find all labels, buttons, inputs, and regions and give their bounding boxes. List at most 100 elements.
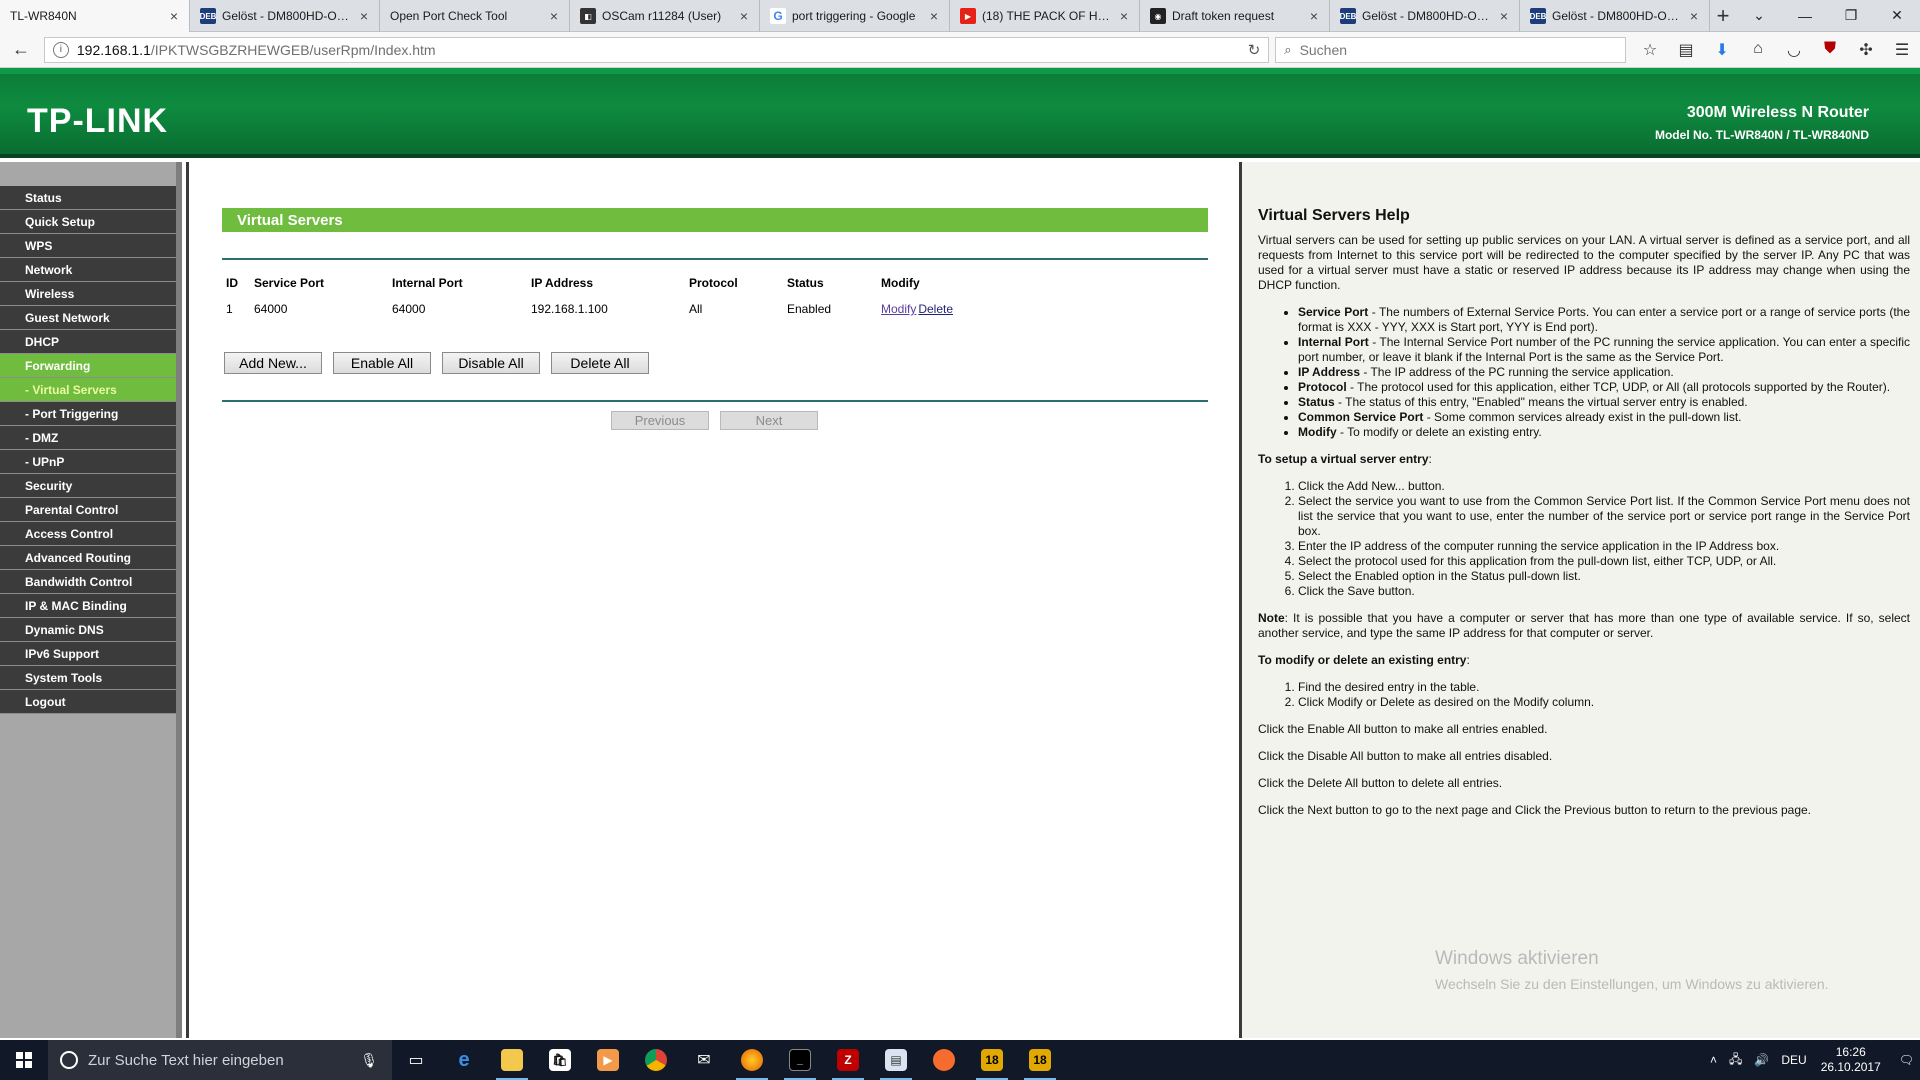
- sidebar-item-forwarding[interactable]: Forwarding: [0, 354, 182, 378]
- sidebar-item-quick-setup[interactable]: Quick Setup: [0, 210, 182, 234]
- chrome-icon[interactable]: [632, 1040, 680, 1080]
- browser-tab[interactable]: DEB Gelöst - DM800HD-OSC ×: [1520, 0, 1710, 32]
- microphone-icon[interactable]: 🎙: [360, 1052, 378, 1069]
- browser-tab[interactable]: ▶ (18) THE PACK OF HELL ×: [950, 0, 1140, 32]
- browser-tab[interactable]: DEB Gelöst - DM800HD-OSC ×: [1330, 0, 1520, 32]
- taskbar-search[interactable]: Zur Suche Text hier eingeben 🎙: [48, 1040, 392, 1080]
- notification-icon[interactable]: 🗨: [1899, 1053, 1914, 1067]
- app-18-icon[interactable]: 18: [968, 1040, 1016, 1080]
- new-tab-button[interactable]: +: [1710, 0, 1736, 31]
- enable-all-button[interactable]: Enable All: [333, 352, 431, 374]
- sidebar-item-system-tools[interactable]: System Tools: [0, 666, 182, 690]
- disable-all-button[interactable]: Disable All: [442, 352, 540, 374]
- sidebar-item-advanced-routing[interactable]: Advanced Routing: [0, 546, 182, 570]
- task-view-icon[interactable]: ▭: [392, 1040, 440, 1080]
- download-icon[interactable]: ⬇: [1704, 40, 1740, 60]
- window-app-icon[interactable]: ▤: [872, 1040, 920, 1080]
- tab-close-icon[interactable]: ×: [737, 8, 751, 24]
- extension-icon[interactable]: ✣: [1848, 40, 1884, 60]
- app-18-alt-icon[interactable]: 18: [1016, 1040, 1064, 1080]
- site-info-icon[interactable]: i: [52, 41, 69, 58]
- tab-close-icon[interactable]: ×: [1687, 8, 1701, 24]
- ublock-icon[interactable]: ⛊: [1812, 40, 1848, 60]
- network-icon[interactable]: 🖧: [1729, 1050, 1742, 1071]
- browser-tab[interactable]: DEB Gelöst - DM800HD-OSC ×: [190, 0, 380, 32]
- previous-button[interactable]: Previous: [611, 411, 709, 430]
- main-content: Virtual Servers ID Service Port Internal P…: [186, 162, 1242, 1038]
- column-header: Status: [787, 276, 824, 290]
- terminal-icon[interactable]: _: [776, 1040, 824, 1080]
- library-icon[interactable]: ▤: [1668, 40, 1704, 60]
- tab-favicon-icon: ▶: [960, 8, 976, 24]
- sidebar-item-ip-mac-binding[interactable]: IP & MAC Binding: [0, 594, 182, 618]
- restore-icon[interactable]: ❐: [1828, 0, 1874, 31]
- sidebar-item-bandwidth-control[interactable]: Bandwidth Control: [0, 570, 182, 594]
- tab-close-icon[interactable]: ×: [1307, 8, 1321, 24]
- sidebar-item-guest-network[interactable]: Guest Network: [0, 306, 182, 330]
- sidebar-item-logout[interactable]: Logout: [0, 690, 182, 714]
- file-explorer-icon[interactable]: [488, 1040, 536, 1080]
- add-new-button[interactable]: Add New...: [224, 352, 322, 374]
- browser-tab[interactable]: Gport triggering - Google ×: [760, 0, 950, 32]
- column-header: Modify: [881, 276, 920, 290]
- model-number: Model No. TL-WR840N / TL-WR840ND: [1654, 128, 1869, 142]
- help-term-list: Service Port - The numbers of External S…: [1298, 305, 1910, 440]
- tab-close-icon[interactable]: ×: [1497, 8, 1511, 24]
- sidebar-item-wireless[interactable]: Wireless: [0, 282, 182, 306]
- pocket-icon[interactable]: ◡: [1776, 40, 1812, 60]
- origin-icon[interactable]: [920, 1040, 968, 1080]
- mail-icon[interactable]: ✉: [680, 1040, 728, 1080]
- tab-close-icon[interactable]: ×: [547, 8, 561, 24]
- sidebar-item-access-control[interactable]: Access Control: [0, 522, 182, 546]
- bookmark-star-icon[interactable]: ☆: [1632, 40, 1668, 60]
- language-indicator[interactable]: DEU: [1781, 1053, 1806, 1067]
- sidebar-item-security[interactable]: Security: [0, 474, 182, 498]
- sidebar-item-ipv6-support[interactable]: IPv6 Support: [0, 642, 182, 666]
- start-button[interactable]: [0, 1040, 48, 1080]
- help-enable-all: Click the Enable All button to make all …: [1258, 722, 1548, 736]
- sidebar-item-wps[interactable]: WPS: [0, 234, 182, 258]
- reload-icon[interactable]: ↻: [1248, 41, 1261, 59]
- sidebar-item-dhcp[interactable]: DHCP: [0, 330, 182, 354]
- dropdown-icon[interactable]: ⌄: [1736, 0, 1782, 31]
- tab-close-icon[interactable]: ×: [167, 8, 181, 24]
- sidebar-item-parental-control[interactable]: Parental Control: [0, 498, 182, 522]
- home-icon[interactable]: ⌂: [1740, 40, 1776, 60]
- browser-tab[interactable]: TL-WR840N ×: [0, 0, 190, 32]
- browser-tab[interactable]: Open Port Check Tool ×: [380, 0, 570, 32]
- menu-hamburger-icon[interactable]: ☰: [1884, 40, 1920, 60]
- minimize-icon[interactable]: —: [1782, 0, 1828, 31]
- sidebar-item-virtual-servers[interactable]: - Virtual Servers: [0, 378, 182, 402]
- tab-label: port triggering - Google: [792, 9, 916, 23]
- back-button[interactable]: ←: [6, 35, 36, 65]
- firefox-icon[interactable]: [728, 1040, 776, 1080]
- sidebar-item-dynamic-dns[interactable]: Dynamic DNS: [0, 618, 182, 642]
- store-icon[interactable]: 🛍: [536, 1040, 584, 1080]
- media-player-icon[interactable]: ▶: [584, 1040, 632, 1080]
- filezilla-icon[interactable]: Z: [824, 1040, 872, 1080]
- delete-link[interactable]: Delete: [918, 302, 953, 316]
- tray-chevron-icon[interactable]: ˄: [1710, 1053, 1717, 1067]
- edge-icon[interactable]: e: [440, 1040, 488, 1080]
- modify-link[interactable]: Modify: [881, 302, 916, 316]
- tab-close-icon[interactable]: ×: [357, 8, 371, 24]
- tab-close-icon[interactable]: ×: [927, 8, 941, 24]
- delete-all-button[interactable]: Delete All: [551, 352, 649, 374]
- browser-search-box[interactable]: ⌕ Suchen: [1275, 36, 1627, 63]
- back-arrow-icon: ←: [11, 39, 30, 59]
- close-window-icon[interactable]: ✕: [1874, 0, 1920, 31]
- tab-close-icon[interactable]: ×: [1117, 8, 1131, 24]
- sidebar-item-dmz[interactable]: - DMZ: [0, 426, 182, 450]
- browser-tab[interactable]: ◉ Draft token request ×: [1140, 0, 1330, 32]
- clock[interactable]: 16:26 26.10.2017: [1821, 1045, 1881, 1075]
- next-button[interactable]: Next: [720, 411, 818, 430]
- sidebar-item-port-triggering[interactable]: - Port Triggering: [0, 402, 182, 426]
- address-bar[interactable]: i 192.168.1.1/IPKTWSGBZRHEWGEB/userRpm/I…: [43, 36, 1270, 63]
- window-controls: ⌄ — ❐ ✕: [1736, 0, 1920, 31]
- sidebar-item-status[interactable]: Status: [0, 186, 182, 210]
- volume-icon[interactable]: 🔊: [1754, 1053, 1769, 1067]
- sidebar-item-upnp[interactable]: - UPnP: [0, 450, 182, 474]
- sidebar-item-network[interactable]: Network: [0, 258, 182, 282]
- help-step: Select the protocol used for this applic…: [1298, 554, 1910, 569]
- browser-tab[interactable]: ◧ OSCam r11284 (User) ×: [570, 0, 760, 32]
